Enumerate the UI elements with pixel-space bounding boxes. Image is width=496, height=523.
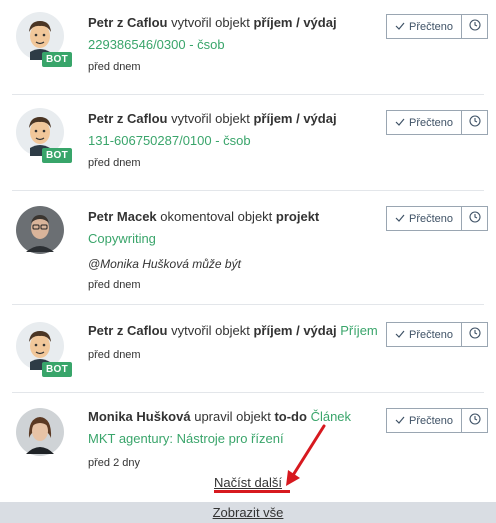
snooze-button[interactable] — [461, 408, 488, 433]
divider — [12, 94, 484, 95]
timestamp: před dnem — [88, 349, 141, 361]
clock-icon — [468, 19, 481, 34]
snooze-button[interactable] — [461, 206, 488, 231]
show-all-link[interactable]: Zobrazit vše — [213, 505, 284, 520]
mark-read-button[interactable]: Přečteno — [386, 408, 461, 433]
feed-item-content: Monika Hušková upravil objekt to-do Člán… — [88, 408, 384, 470]
object-link[interactable]: Copywriting — [88, 230, 378, 248]
bot-avatar-icon: BOT — [16, 12, 73, 67]
feed-item: BOT Petr z Caflou vytvořil objekt příjem… — [12, 108, 488, 178]
item-actions: Přečteno — [386, 206, 488, 231]
snooze-button[interactable] — [461, 110, 488, 135]
divider — [12, 190, 484, 191]
feed-item: Petr Macek okomentoval objekt projekt Co… — [12, 206, 488, 292]
comment-text: @Monika Hušková může být — [88, 257, 241, 271]
divider — [12, 304, 484, 305]
mark-read-button[interactable]: Přečteno — [386, 14, 461, 39]
actor-name: Petr Macek — [88, 209, 157, 224]
object-link[interactable]: 131-606750287/0100 - čsob — [88, 132, 378, 150]
check-icon — [395, 329, 405, 341]
user-photo-icon — [16, 408, 64, 456]
timestamp: před dnem — [88, 279, 141, 291]
bot-avatar-icon: BOT — [16, 108, 73, 163]
clock-icon — [468, 327, 481, 342]
user-photo-icon — [16, 206, 64, 254]
check-icon — [395, 117, 405, 129]
feed-item-content: Petr z Caflou vytvořil objekt příjem / v… — [88, 14, 378, 74]
object-type: příjem / výdaj — [253, 15, 337, 30]
feed-item: BOT Petr z Caflou vytvořil objekt příjem… — [12, 12, 488, 82]
object-link[interactable]: 229386546/0300 - čsob — [88, 36, 378, 54]
snooze-button[interactable] — [461, 14, 488, 39]
feed-item: BOT Petr z Caflou vytvořil objekt příjem… — [12, 322, 488, 382]
item-actions: Přečteno — [386, 110, 488, 135]
check-icon — [395, 415, 405, 427]
mark-read-button[interactable]: Přečteno — [386, 110, 461, 135]
timestamp: před dnem — [88, 157, 141, 169]
feed-item: Monika Hušková upravil objekt to-do Člán… — [12, 408, 488, 470]
object-type: příjem / výdaj — [253, 111, 337, 126]
action-text: vytvořil objekt — [171, 15, 250, 30]
bot-badge: BOT — [42, 52, 73, 67]
timestamp: před 2 dny — [88, 457, 140, 469]
bot-badge: BOT — [42, 362, 73, 377]
actor-name: Monika Hušková — [88, 409, 191, 424]
check-icon — [395, 213, 405, 225]
object-type: projekt — [275, 209, 320, 224]
action-text: vytvořil objekt — [171, 323, 250, 338]
bot-badge: BOT — [42, 148, 73, 163]
annotation-underline — [214, 490, 290, 493]
feed-item-content: Petr z Caflou vytvořil objekt příjem / v… — [88, 110, 378, 170]
snooze-button[interactable] — [461, 322, 488, 347]
footer-bar: Zobrazit vše — [0, 502, 496, 523]
action-text: vytvořil objekt — [171, 111, 250, 126]
feed-item-content: Petr Macek okomentoval objekt projekt Co… — [88, 208, 378, 292]
object-link[interactable]: Příjem — [340, 323, 378, 338]
object-type: příjem / výdaj — [253, 323, 337, 338]
actor-name: Petr z Caflou — [88, 323, 168, 338]
item-actions: Přečteno — [386, 14, 488, 39]
timestamp: před dnem — [88, 61, 141, 73]
check-icon — [395, 21, 405, 33]
item-actions: Přečteno — [386, 408, 488, 433]
actor-name: Petr z Caflou — [88, 15, 168, 30]
action-text: okomentoval objekt — [160, 209, 273, 224]
mark-read-button[interactable]: Přečteno — [386, 206, 461, 231]
object-link-continued[interactable]: MKT agentury: Nástroje pro řízení — [88, 430, 384, 448]
clock-icon — [468, 211, 481, 226]
action-text: upravil objekt — [194, 409, 271, 424]
feed-item-content: Petr z Caflou vytvořil objekt příjem / v… — [88, 322, 384, 362]
divider — [12, 392, 484, 393]
bot-avatar-icon: BOT — [16, 322, 73, 377]
load-more-link[interactable]: Načíst další — [214, 475, 282, 490]
annotation-arrow-icon — [286, 424, 326, 486]
clock-icon — [468, 115, 481, 130]
clock-icon — [468, 413, 481, 428]
item-actions: Přečteno — [386, 322, 488, 347]
mark-read-button[interactable]: Přečteno — [386, 322, 461, 347]
actor-name: Petr z Caflou — [88, 111, 168, 126]
